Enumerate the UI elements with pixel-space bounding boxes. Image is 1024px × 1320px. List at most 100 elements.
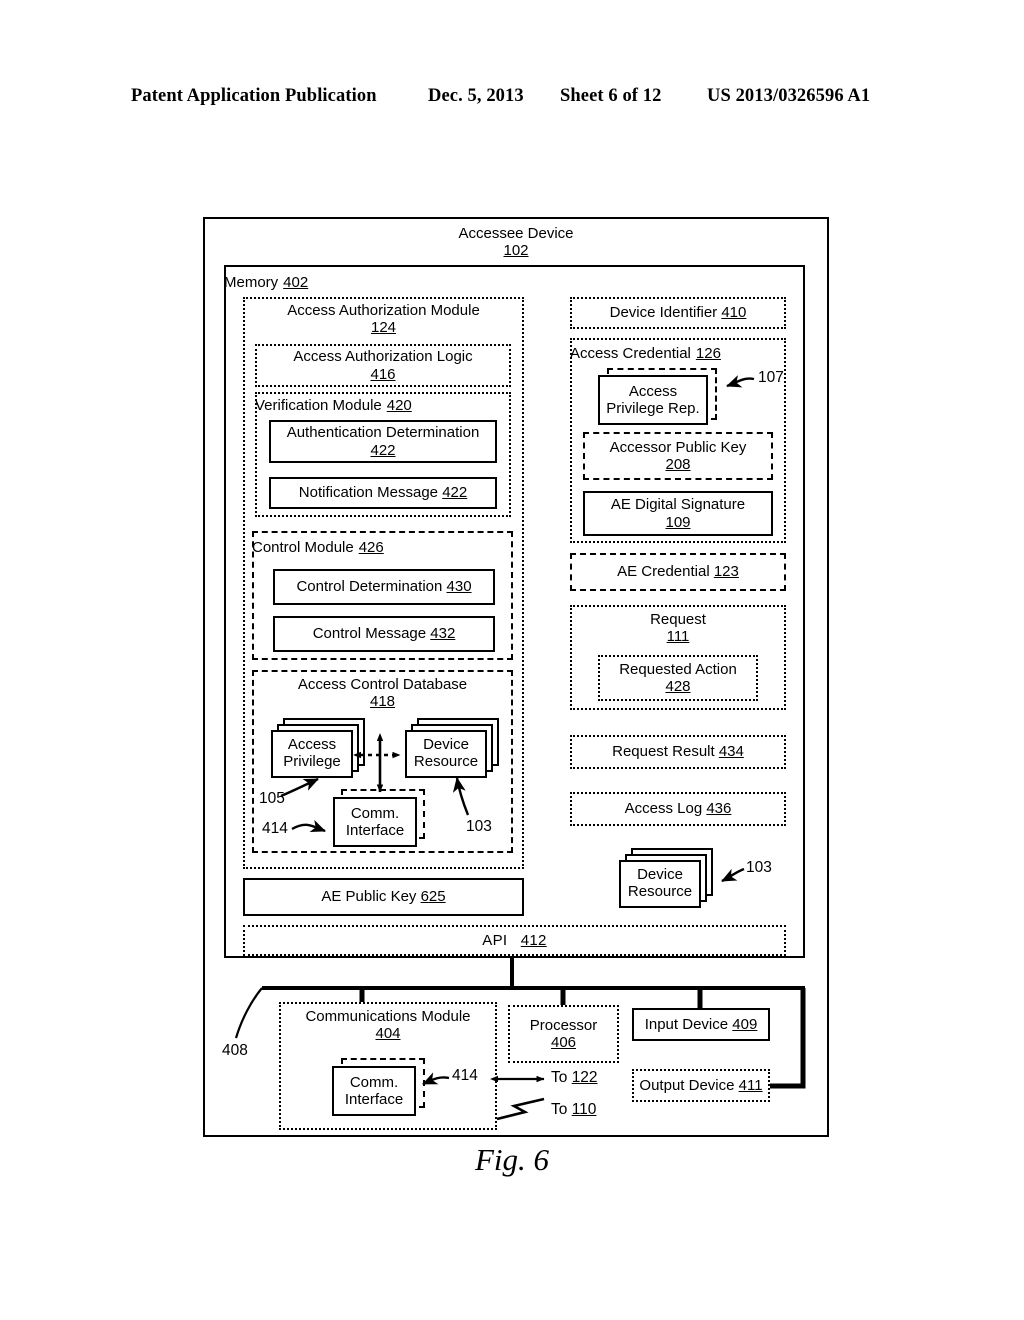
hw-comm-interface-label: Comm. Interface [344, 1073, 404, 1108]
aal-label: Access Authorization Logic [293, 348, 473, 366]
header-sheet: Sheet 6 of 12 [560, 86, 662, 106]
ref-103-right: 103 [746, 859, 772, 876]
device-resource-card-front: Device Resource [619, 860, 701, 908]
control-det-label: Control Determination [296, 578, 443, 596]
ref-414-hw: 414 [452, 1067, 478, 1084]
request-result-line: Request Result 434 [612, 743, 744, 760]
output-device: Output Device 411 [632, 1069, 770, 1102]
output-device-ref: 411 [738, 1076, 763, 1094]
access-privilege-card-front: Access Privilege [271, 730, 353, 778]
memory-title: Memory 402 [224, 272, 805, 294]
ae-credential-line: AE Credential 123 [617, 563, 739, 580]
to-110: To 110 [551, 1101, 596, 1119]
verification-label: Verification Module [255, 397, 382, 415]
memory-label: Memory [224, 274, 279, 292]
auth-det-ref: 422 [370, 441, 396, 459]
comm-module-ref: 404 [375, 1025, 401, 1043]
access-privilege-label: Access Privilege [283, 736, 341, 770]
accessor-public-key-label: Accessor Public Key [609, 438, 747, 456]
device-resource-label: Device Resource [627, 866, 693, 900]
request-result-label: Request Result [612, 743, 715, 761]
control-module-title: Control Module 426 [252, 538, 513, 558]
accessee-device-label: Accessee Device [458, 225, 574, 242]
access-authorization-module-title: Access Authorization Module 124 [243, 302, 524, 342]
access-privilege-rep-label: Access Privilege Rep. [606, 382, 700, 417]
control-msg-label: Control Message [312, 625, 427, 643]
db-device-resource-label: Device Resource [413, 736, 479, 770]
aam-ref: 124 [370, 319, 397, 337]
to-122-label: To [551, 1069, 568, 1086]
accessor-public-key: Accessor Public Key 208 [583, 432, 773, 480]
request-ref: 111 [666, 628, 690, 646]
to-122-ref: 122 [571, 1069, 598, 1086]
aal-ref: 416 [370, 365, 396, 383]
input-device-line: Input Device 409 [645, 1016, 758, 1033]
verification-ref: 420 [386, 397, 412, 415]
control-determination: Control Determination 430 [273, 569, 495, 605]
ref-107: 107 [758, 369, 784, 386]
control-msg-ref: 432 [430, 625, 456, 643]
accessor-public-key-ref: 208 [665, 456, 691, 473]
device-identifier-line: Device Identifier 410 [610, 304, 747, 321]
api-line: API 412 [482, 932, 546, 949]
access-privilege-rep: Access Privilege Rep. [598, 375, 708, 425]
processor: Processor 406 [508, 1005, 619, 1063]
output-device-label: Output Device [639, 1076, 735, 1094]
access-control-database-title: Access Control Database 418 [252, 676, 513, 716]
access-credential-ref: 126 [695, 345, 721, 363]
access-privilege-stack: Access Privilege [271, 718, 367, 780]
page-header: Patent Application Publication Dec. 5, 2… [0, 86, 1024, 112]
header-date: Dec. 5, 2013 [428, 86, 524, 106]
access-log-label: Access Log [624, 800, 703, 818]
accessee-device-ref: 102 [503, 242, 529, 260]
ref-414-db: 414 [262, 820, 288, 837]
access-log: Access Log 436 [570, 792, 786, 826]
api-bar: API 412 [243, 925, 786, 956]
request-title: Request 111 [570, 611, 786, 651]
requested-action-ref: 428 [665, 678, 691, 695]
device-identifier-ref: 410 [721, 304, 747, 322]
ref-105: 105 [259, 790, 285, 807]
access-log-line: Access Log 436 [625, 800, 732, 817]
api-ref: 412 [520, 931, 547, 949]
requested-action: Requested Action 428 [598, 655, 758, 701]
ae-public-key-ref: 625 [420, 888, 446, 906]
patent-page: Patent Application Publication Dec. 5, 2… [0, 0, 1024, 1320]
api-label: API [482, 931, 508, 949]
db-comm-interface: Comm. Interface [333, 797, 417, 847]
auth-det-label: Authentication Determination [286, 424, 480, 442]
processor-ref: 406 [550, 1034, 577, 1051]
ref-408: 408 [222, 1042, 248, 1059]
request-result: Request Result 434 [570, 735, 786, 769]
ae-public-key-label: AE Public Key [321, 888, 417, 906]
request-label: Request [650, 611, 706, 628]
access-log-ref: 436 [706, 800, 732, 818]
device-resource-stack: Device Resource [619, 848, 721, 910]
db-device-resource-stack: Device Resource [405, 718, 505, 780]
access-authorization-logic: Access Authorization Logic 416 [255, 344, 511, 387]
access-credential-title: Access Credential 126 [570, 343, 786, 365]
figure-caption: Fig. 6 [474, 1142, 550, 1177]
control-message: Control Message 432 [273, 616, 495, 652]
header-document-number: US 2013/0326596 A1 [707, 86, 871, 106]
memory-ref: 402 [283, 274, 309, 292]
verification-module-title: Verification Module 420 [255, 396, 511, 416]
control-det-ref: 430 [446, 578, 472, 596]
acdb-ref: 418 [369, 693, 396, 711]
request-result-ref: 434 [718, 743, 744, 761]
input-device-label: Input Device [644, 1015, 729, 1033]
device-identifier: Device Identifier 410 [570, 297, 786, 329]
notif-msg-label: Notification Message [298, 484, 439, 502]
control-msg-line: Control Message 432 [313, 625, 456, 642]
ae-public-key: AE Public Key 625 [243, 878, 524, 916]
output-device-line: Output Device 411 [639, 1077, 762, 1094]
ae-public-key-line: AE Public Key 625 [321, 888, 445, 905]
ae-digital-signature-ref: 109 [665, 513, 691, 531]
comm-module-label: Communications Module [305, 1008, 471, 1025]
to-110-label: To [551, 1101, 568, 1118]
db-comm-interface-label: Comm. Interface [345, 804, 405, 839]
notif-msg-line: Notification Message 422 [299, 484, 467, 501]
access-credential-label: Access Credential [570, 345, 691, 363]
notification-message: Notification Message 422 [269, 477, 497, 509]
input-device: Input Device 409 [632, 1008, 770, 1041]
